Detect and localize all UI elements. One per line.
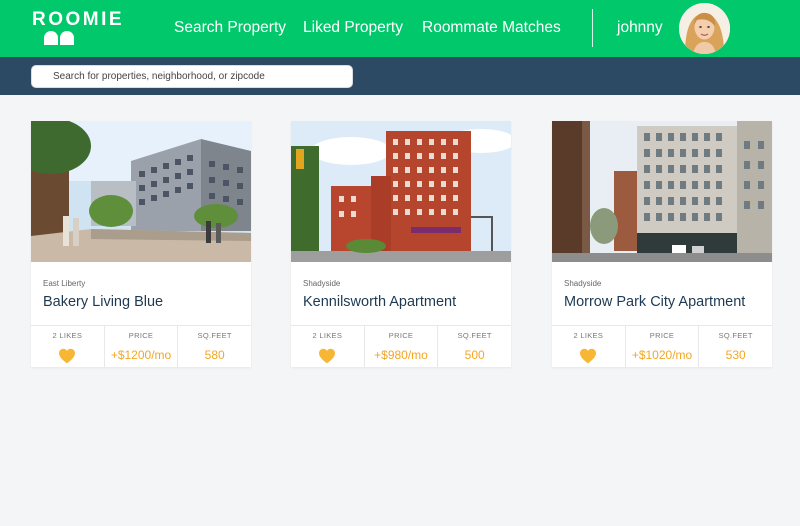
nav-divider <box>592 9 593 47</box>
sqft-value: 530 <box>725 348 746 362</box>
sqft-label: SQ.FEET <box>718 331 753 340</box>
logo-arch-left <box>44 31 58 45</box>
price-label: PRICE <box>128 331 154 340</box>
sqft-stat: SQ.FEET 530 <box>699 326 772 367</box>
nav-search-property[interactable]: Search Property <box>174 19 286 37</box>
property-photo[interactable] <box>31 121 251 262</box>
sqft-value: 580 <box>204 348 225 362</box>
heart-icon[interactable] <box>318 348 336 364</box>
logo-text: ROOMIE <box>32 9 125 30</box>
likes-label: 2 LIKES <box>312 331 343 340</box>
price-stat: PRICE +$1020/mo <box>626 326 700 367</box>
property-card[interactable]: East Liberty Bakery Living Blue 2 LIKES … <box>31 121 251 367</box>
price-label: PRICE <box>388 331 414 340</box>
price-value: +$1020/mo <box>631 348 693 362</box>
username[interactable]: johnny <box>617 19 663 37</box>
logo-arch-right <box>60 31 74 45</box>
property-title[interactable]: Morrow Park City Apartment <box>564 294 745 310</box>
sqft-value: 500 <box>464 348 485 362</box>
price-stat: PRICE +$1200/mo <box>105 326 179 367</box>
property-neighborhood: Shadyside <box>303 279 341 288</box>
property-neighborhood: Shadyside <box>564 279 602 288</box>
price-label: PRICE <box>649 331 675 340</box>
user-avatar[interactable] <box>679 3 730 54</box>
property-title[interactable]: Kennilsworth Apartment <box>303 294 456 310</box>
roomie-logo[interactable]: ROOMIE <box>32 9 124 45</box>
property-stats: 2 LIKES PRICE +$980/mo SQ.FEET 500 <box>291 325 511 367</box>
likes-stat: 2 LIKES <box>291 326 365 367</box>
nav-roommate-matches[interactable]: Roommate Matches <box>422 19 561 37</box>
sqft-label: SQ.FEET <box>457 331 492 340</box>
nav-liked-property[interactable]: Liked Property <box>303 19 403 37</box>
property-photo[interactable] <box>552 121 772 262</box>
sqft-label: SQ.FEET <box>197 331 232 340</box>
heart-icon[interactable] <box>58 348 76 364</box>
sqft-stat: SQ.FEET 580 <box>178 326 251 367</box>
property-title[interactable]: Bakery Living Blue <box>43 294 163 310</box>
likes-stat: 2 LIKES <box>552 326 626 367</box>
price-value: +$980/mo <box>374 348 428 362</box>
property-stats: 2 LIKES PRICE +$1200/mo SQ.FEET 580 <box>31 325 251 367</box>
heart-icon[interactable] <box>579 348 597 364</box>
likes-stat: 2 LIKES <box>31 326 105 367</box>
search-input[interactable] <box>31 65 353 88</box>
property-card[interactable]: Shadyside Kennilsworth Apartment 2 LIKES… <box>291 121 511 367</box>
price-value: +$1200/mo <box>110 348 172 362</box>
likes-label: 2 LIKES <box>573 331 604 340</box>
top-navigation-bar: ROOMIE Search Property Liked Property Ro… <box>0 0 800 57</box>
likes-label: 2 LIKES <box>52 331 83 340</box>
sqft-stat: SQ.FEET 500 <box>438 326 511 367</box>
property-card[interactable]: Shadyside Morrow Park City Apartment 2 L… <box>552 121 772 367</box>
property-neighborhood: East Liberty <box>43 279 86 288</box>
price-stat: PRICE +$980/mo <box>365 326 439 367</box>
property-photo[interactable] <box>291 121 511 262</box>
property-stats: 2 LIKES PRICE +$1020/mo SQ.FEET 530 <box>552 325 772 367</box>
